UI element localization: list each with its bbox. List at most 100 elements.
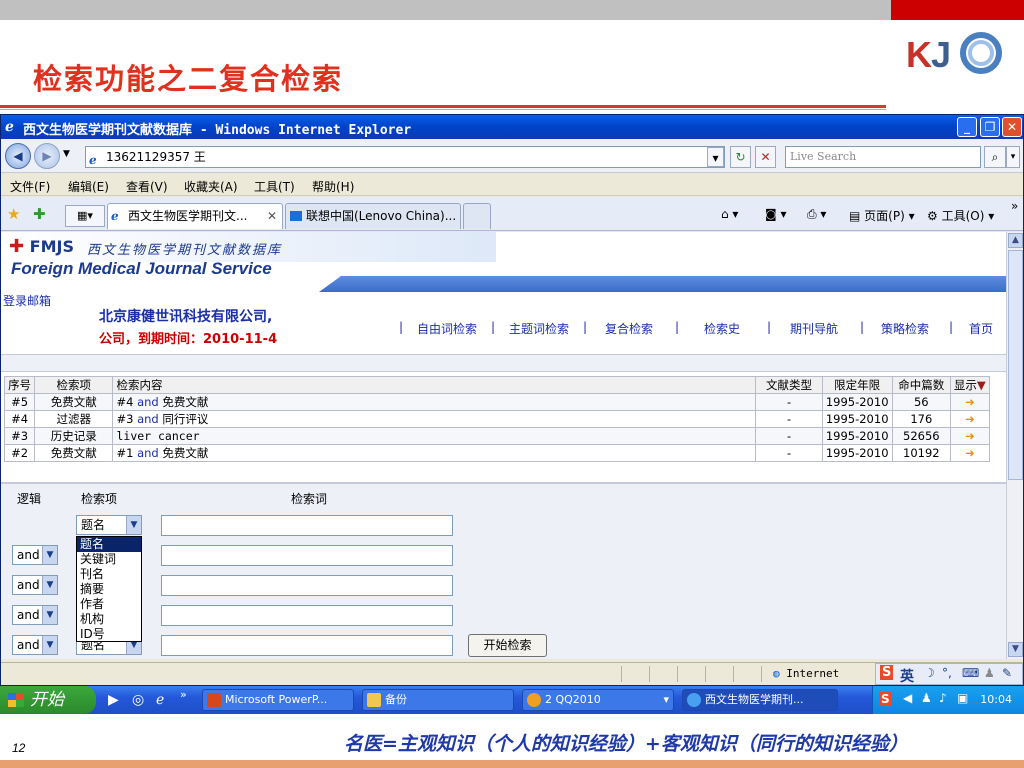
tab-fmjs[interactable]: ℯ 西文生物医学期刊文... ✕ xyxy=(107,203,283,229)
row-content: #3 and 同行评议 xyxy=(112,410,757,428)
field-select-1[interactable]: 题名 ▼ xyxy=(76,515,142,535)
dropdown-option[interactable]: 摘要 xyxy=(77,582,141,597)
volume-icon[interactable]: ♪ xyxy=(939,691,947,705)
nav-compound-search[interactable]: 复合检索 xyxy=(605,320,653,337)
nav-journal-nav[interactable]: 期刊导航 xyxy=(790,320,838,337)
window-titlebar[interactable]: ℯ 西文生物医学期刊文献数据库 - Windows Internet Explo… xyxy=(1,115,1023,139)
nav-separator: | xyxy=(491,320,496,334)
windows-flag-icon xyxy=(8,693,24,707)
favorites-star-icon[interactable]: ★ xyxy=(7,205,20,223)
scroll-thumb[interactable] xyxy=(1008,250,1023,480)
menu-view[interactable]: 查看(V) xyxy=(126,178,168,195)
nav-search-history[interactable]: 检索史 xyxy=(704,320,740,337)
menu-tools[interactable]: 工具(T) xyxy=(254,178,295,195)
add-favorite-icon[interactable]: ✚ xyxy=(33,205,46,223)
ie-quicklaunch-icon[interactable]: ℯ xyxy=(156,692,164,708)
sogou-icon[interactable]: S xyxy=(880,665,894,680)
taskbar-item-ie[interactable]: 西文生物医学期刊... xyxy=(682,689,838,711)
start-button[interactable]: 开始 xyxy=(0,686,96,714)
nav-free-search[interactable]: 自由词检索 xyxy=(417,320,477,337)
row-content-post: 免费文献 xyxy=(162,395,209,409)
term-input-2[interactable] xyxy=(161,545,453,566)
dropdown-option[interactable]: 关键词 xyxy=(77,552,141,567)
vertical-scrollbar[interactable]: ▲ ▼ xyxy=(1006,232,1023,659)
row-show-arrow-icon[interactable]: ➜ xyxy=(949,444,991,462)
logic-select-3[interactable]: and ▼ xyxy=(12,575,58,595)
search-icon[interactable]: ⌕ xyxy=(984,146,1006,168)
taskbar-item-backup[interactable]: 备份 xyxy=(362,689,514,711)
nav-strategy-search[interactable]: 策略检索 xyxy=(881,320,929,337)
row-no: #3 xyxy=(3,427,36,445)
menu-help[interactable]: 帮助(H) xyxy=(312,178,354,195)
refresh-icon[interactable]: ↻ xyxy=(730,146,751,168)
dropdown-option[interactable]: 机构 xyxy=(77,612,141,627)
slide-footnote: 名医=主观知识（个人的知识经验）+客观知识（同行的知识经验） xyxy=(344,733,908,755)
qq-tray-icon[interactable]: ♟ xyxy=(921,691,932,705)
media-player-icon[interactable]: ▶ xyxy=(108,692,119,708)
chevron-down-icon: ▼ xyxy=(126,516,141,534)
tab-lenovo[interactable]: 联想中国(Lenovo China)... xyxy=(285,203,461,229)
logic-select-5[interactable]: and ▼ xyxy=(12,635,58,655)
quick-tabs-icon[interactable]: ▦▾ xyxy=(65,205,105,227)
browser-quicklaunch-icon[interactable]: ◎ xyxy=(132,692,144,708)
sort-down-icon[interactable]: ▼ xyxy=(977,378,986,392)
nav-subject-search[interactable]: 主题词检索 xyxy=(509,320,569,337)
scroll-up-icon[interactable]: ▲ xyxy=(1008,233,1023,248)
tray-expand-icon[interactable]: ◀ xyxy=(903,691,912,705)
scroll-down-icon[interactable]: ▼ xyxy=(1008,642,1023,657)
login-mail-link[interactable]: 登录邮箱 xyxy=(3,292,51,309)
row-show-arrow-icon[interactable]: ➜ xyxy=(949,410,991,428)
stop-icon[interactable]: ✕ xyxy=(755,146,776,168)
logic-select-2[interactable]: and ▼ xyxy=(12,545,58,565)
sogou-tray-icon[interactable]: S xyxy=(879,692,892,706)
taskbar-item-qq[interactable]: 2 QQ2010 ▾ xyxy=(522,689,674,711)
tools-menu[interactable]: ⚙ 工具(O) ▾ xyxy=(927,207,994,224)
term-input-4[interactable] xyxy=(161,605,453,626)
start-search-button[interactable]: 开始检索 xyxy=(468,634,547,657)
dropdown-option[interactable]: 题名 xyxy=(77,537,141,552)
close-window-button[interactable]: ✕ xyxy=(1002,117,1022,137)
feeds-icon[interactable]: ◙ ▾ xyxy=(765,207,786,221)
term-input-3[interactable] xyxy=(161,575,453,596)
history-dropdown-icon[interactable]: ▼ xyxy=(63,149,70,159)
menu-file[interactable]: 文件(F) xyxy=(10,178,50,195)
forward-button[interactable]: ▶ xyxy=(34,143,60,169)
row-show-arrow-icon[interactable]: ➜ xyxy=(949,427,991,445)
col-field: 检索项 xyxy=(34,376,114,394)
ime-toolbar[interactable]: S 英 ☽ °, ⌨ ♟ ✎ xyxy=(875,663,1023,685)
home-icon[interactable]: ⌂ ▾ xyxy=(721,207,738,221)
address-dropdown-icon[interactable]: ▾ xyxy=(707,147,724,167)
ime-lang[interactable]: 英 xyxy=(900,666,914,686)
menu-favorites[interactable]: 收藏夹(A) xyxy=(184,178,238,195)
print-icon[interactable]: ⎙ ▾ xyxy=(807,207,826,222)
chevron-more-icon[interactable]: » xyxy=(1011,199,1018,213)
clock: 10:04 xyxy=(980,693,1012,706)
search-options-icon[interactable]: ▾ xyxy=(1006,146,1020,168)
minimize-button[interactable]: _ xyxy=(957,117,977,137)
live-search-input[interactable]: Live Search xyxy=(785,146,981,168)
restore-button[interactable]: ❐ xyxy=(980,117,1000,137)
dropdown-option[interactable]: 刊名 xyxy=(77,567,141,582)
network-icon[interactable]: ▣ xyxy=(957,691,968,705)
wrench-icon[interactable]: ✎ xyxy=(1002,666,1012,680)
dropdown-option[interactable]: 作者 xyxy=(77,597,141,612)
dropdown-option[interactable]: ID号 xyxy=(77,627,141,642)
moon-icon[interactable]: ☽ xyxy=(924,666,935,680)
page-menu[interactable]: ▤ 页面(P) ▾ xyxy=(849,207,915,224)
quicklaunch-more-icon[interactable]: » xyxy=(180,688,187,701)
user-icon[interactable]: ♟ xyxy=(984,666,995,680)
term-input-1[interactable] xyxy=(161,515,453,536)
term-input-5[interactable] xyxy=(161,635,453,656)
address-bar[interactable]: ℯ 13621129357 王 xyxy=(85,146,725,168)
menu-edit[interactable]: 编辑(E) xyxy=(68,178,109,195)
tab-close-icon[interactable]: ✕ xyxy=(267,204,277,228)
red-cross-icon: ✚ xyxy=(9,236,25,257)
logic-select-4[interactable]: and ▼ xyxy=(12,605,58,625)
taskbar-item-powerpoint[interactable]: Microsoft PowerP... xyxy=(202,689,354,711)
punct-icon[interactable]: °, xyxy=(942,666,952,680)
row-show-arrow-icon[interactable]: ➜ xyxy=(949,393,991,411)
back-button[interactable]: ◀ xyxy=(5,143,31,169)
keyboard-icon[interactable]: ⌨ xyxy=(962,666,979,680)
nav-home[interactable]: 首页 xyxy=(969,320,993,337)
new-tab-button[interactable] xyxy=(463,203,491,229)
